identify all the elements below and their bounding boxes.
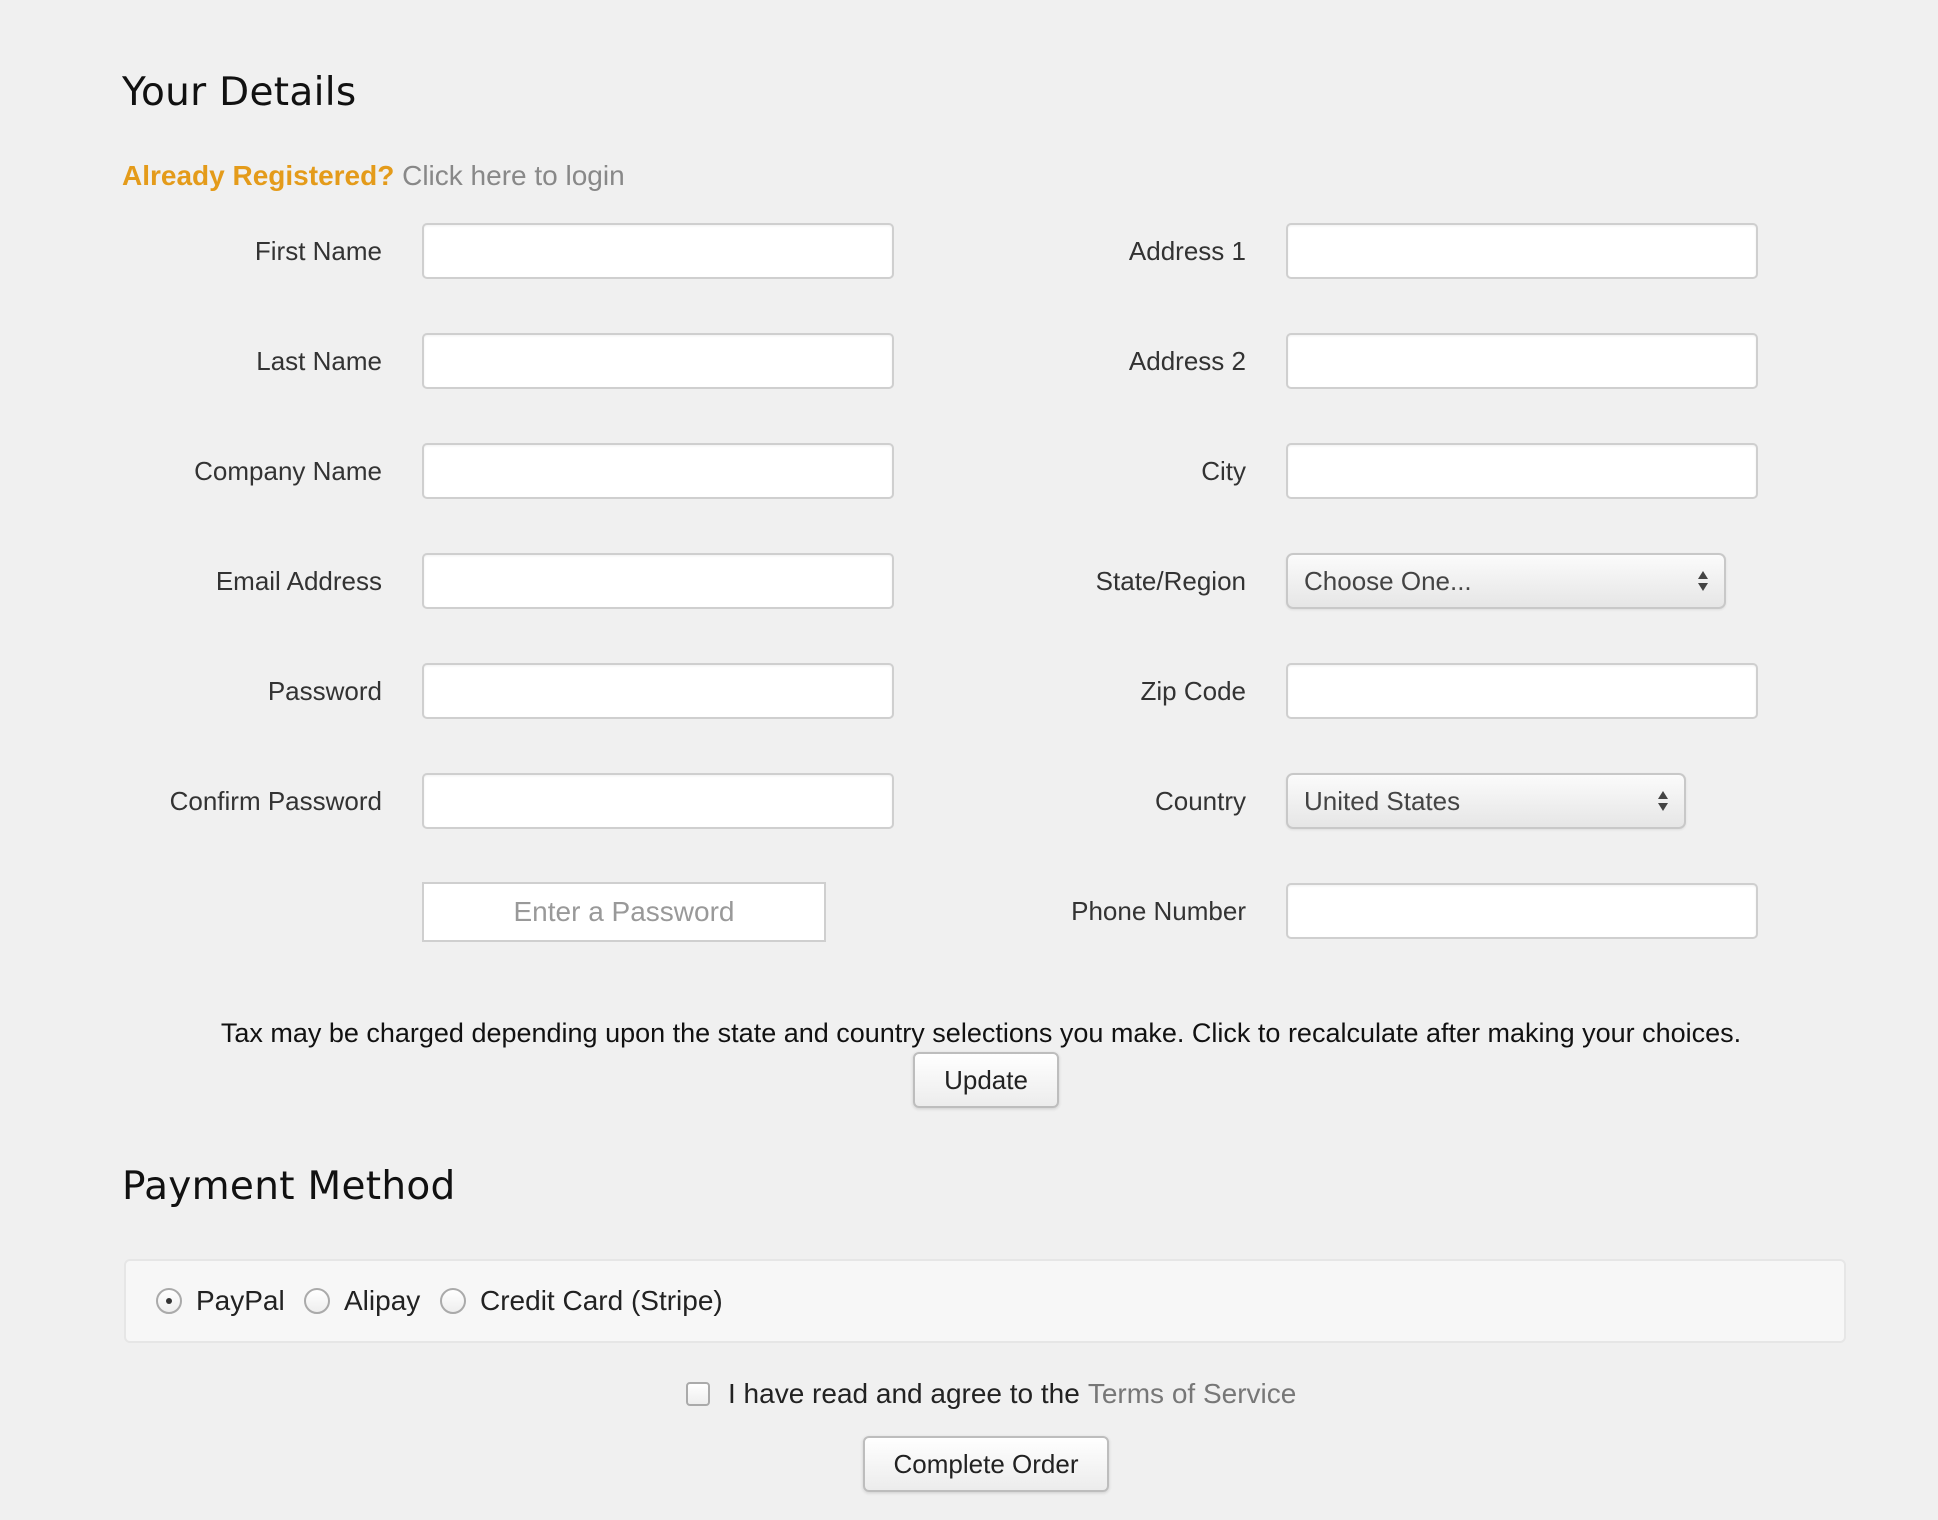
city-input[interactable] [1286, 443, 1758, 499]
address1-label: Address 1 [1128, 236, 1246, 266]
enter-password-button[interactable]: Enter a Password [422, 882, 826, 942]
terms-text: I have read and agree to the [728, 1378, 1080, 1409]
city-label: City [1201, 456, 1246, 486]
country-select[interactable]: United States [1286, 773, 1686, 829]
your-details-heading: Your Details [122, 70, 357, 115]
already-registered-line: Already Registered? Click here to login [122, 160, 625, 192]
country-label: Country [1154, 786, 1246, 816]
radio-unchecked-icon[interactable] [440, 1288, 466, 1314]
address2-label: Address 2 [1128, 346, 1246, 376]
confirm-password-label: Confirm Password [169, 786, 382, 816]
terms-of-service-link[interactable]: Terms of Service [1088, 1378, 1297, 1410]
first-name-input[interactable] [422, 223, 894, 279]
last-name-input[interactable] [422, 333, 894, 389]
state-region-select[interactable]: Choose One... [1286, 553, 1726, 609]
last-name-label: Last Name [256, 346, 382, 376]
company-name-input[interactable] [422, 443, 894, 499]
radio-unchecked-icon[interactable] [304, 1288, 330, 1314]
confirm-password-input[interactable] [422, 773, 894, 829]
login-link[interactable]: Click here to login [402, 160, 625, 191]
payment-option-alipay[interactable]: Alipay [304, 1261, 420, 1341]
address2-input[interactable] [1286, 333, 1758, 389]
payment-option-label: PayPal [196, 1285, 285, 1316]
payment-option-label: Credit Card (Stripe) [480, 1285, 723, 1316]
select-arrows-icon [1698, 571, 1708, 591]
payment-options-panel: PayPal Alipay Credit Card (Stripe) [124, 1259, 1846, 1343]
state-region-selected: Choose One... [1304, 566, 1472, 596]
radio-checked-icon[interactable] [156, 1288, 182, 1314]
payment-option-paypal[interactable]: PayPal [156, 1261, 285, 1341]
payment-option-label: Alipay [344, 1285, 421, 1316]
company-name-label: Company Name [194, 456, 382, 486]
terms-agreement: I have read and agree to the Terms of Se… [686, 1374, 1296, 1414]
complete-order-button[interactable]: Complete Order [863, 1436, 1109, 1492]
first-name-label: First Name [254, 236, 382, 266]
password-input[interactable] [422, 663, 894, 719]
select-arrows-icon [1658, 791, 1668, 811]
tax-note: Tax may be charged depending upon the st… [220, 1018, 1742, 1048]
update-button[interactable]: Update [913, 1052, 1059, 1108]
email-address-input[interactable] [422, 553, 894, 609]
country-selected: United States [1304, 786, 1461, 816]
zip-code-input[interactable] [1286, 663, 1758, 719]
phone-number-input[interactable] [1286, 883, 1758, 939]
zip-code-label: Zip Code [1140, 676, 1247, 706]
password-label: Password [267, 676, 382, 706]
terms-checkbox[interactable] [686, 1382, 710, 1406]
phone-number-label: Phone Number [1071, 896, 1246, 926]
checkout-page: Your Details Already Registered? Click h… [0, 0, 1938, 1520]
payment-method-heading: Payment Method [122, 1164, 456, 1209]
already-registered-text: Already Registered? [122, 160, 395, 191]
payment-option-credit-card[interactable]: Credit Card (Stripe) [440, 1261, 723, 1341]
address1-input[interactable] [1286, 223, 1758, 279]
email-address-label: Email Address [215, 566, 382, 596]
state-region-label: State/Region [1095, 566, 1246, 596]
